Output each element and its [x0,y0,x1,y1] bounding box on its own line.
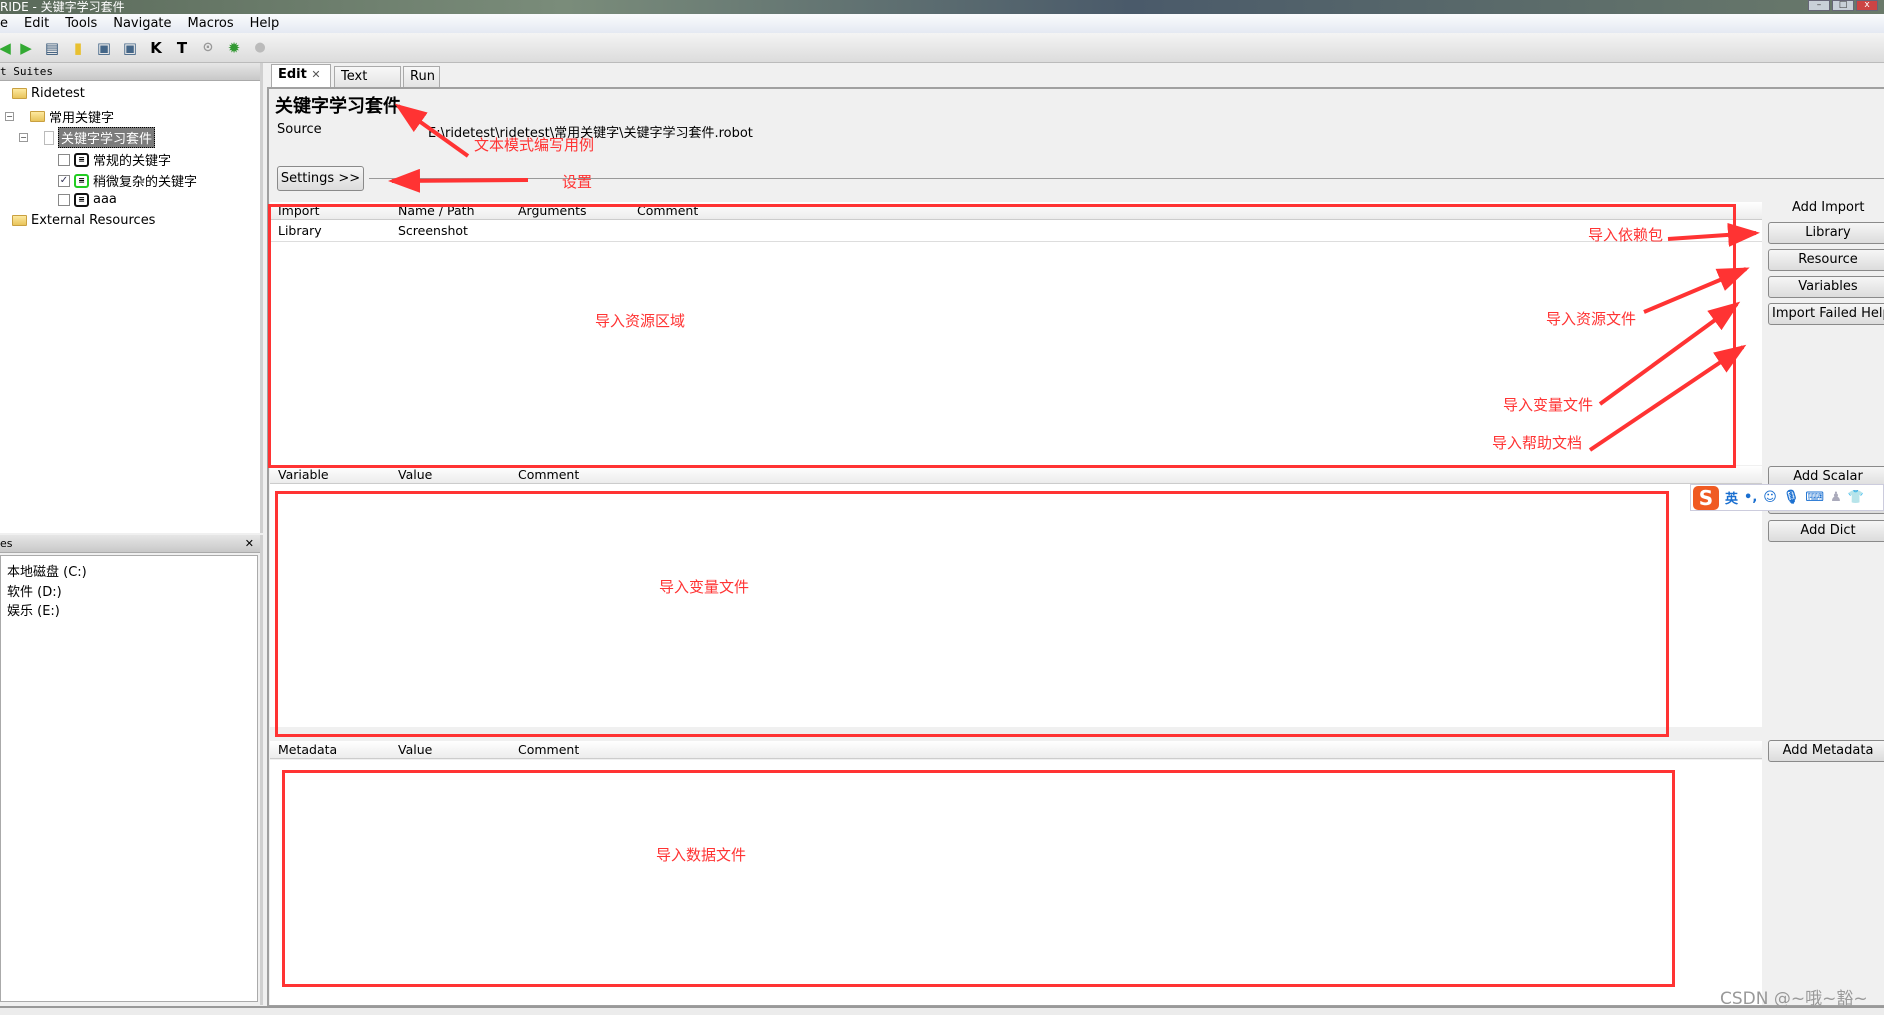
window-controls: – □ x [1808,0,1878,12]
window-title: RIDE - 关键字学习套件 [0,0,125,14]
folder-icon[interactable]: ▮ [68,38,88,58]
annotation-import-variables: 导入变量文件 [1503,396,1594,414]
table-row[interactable]: Library Screenshot [270,220,1762,242]
import-grid-header: Import Name / Path Arguments Comment [270,202,1762,220]
save-icon[interactable]: ▣ [94,38,114,58]
menu-navigate[interactable]: Navigate [105,16,179,31]
tree-item-common-keywords[interactable]: − 常用关键字 [5,107,114,126]
tab-edit[interactable]: Edit ✕ [271,64,331,87]
collapse-icon[interactable]: − [5,112,14,121]
status-bar [0,1006,1884,1015]
checkbox[interactable] [58,153,70,166]
annotation-text-mode: 文本模式编写用例 [474,136,595,154]
add-import-label: Add Import [1792,200,1865,215]
menu-file[interactable]: e [0,16,16,31]
user-icon[interactable]: ♟ [1830,490,1842,505]
search-test-icon[interactable]: T [172,38,192,58]
collapse-icon[interactable]: − [19,133,28,142]
menu-bar: e Edit Tools Navigate Macros Help [0,14,1884,33]
import-grid[interactable]: Library Screenshot [270,220,1762,465]
variable-grid[interactable] [270,484,1762,727]
file-explorer-panel: es ✕ 本地磁盘 (C:) 软件 (D:) 娱乐 (E:) [0,535,263,1005]
annotation-import-lib: 导入依赖包 [1588,226,1664,244]
sogou-logo-icon[interactable]: S [1693,485,1719,510]
ime-mode[interactable]: 英 [1725,488,1738,507]
menu-tools[interactable]: Tools [57,16,105,31]
source-label: Source [277,122,322,137]
metadata-grid[interactable] [270,760,1762,1005]
drive-item[interactable]: 软件 (D:) [7,581,62,600]
panel-header: es ✕ [0,535,260,553]
resources-folder-icon [12,215,27,226]
stop-icon[interactable]: ● [250,38,270,58]
robot-icon: ≡ [74,173,89,188]
maximize-button[interactable]: □ [1832,0,1854,11]
skin-shirt-icon[interactable]: 👕 [1848,490,1864,505]
keyboard-icon[interactable]: ⌨ [1805,490,1824,505]
menu-edit[interactable]: Edit [16,16,57,31]
checkbox[interactable] [58,193,70,206]
save-all-icon[interactable]: ▣ [120,38,140,58]
resource-button[interactable]: Resource [1768,249,1884,271]
annotation-variables-area: 导入变量文件 [659,578,750,596]
close-icon[interactable]: ✕ [245,535,254,553]
tree-item-test[interactable]: ≡ 常规的关键字 [58,150,171,169]
title-bar: RIDE - 关键字学习套件 [0,0,1884,14]
tree-item-ridetest[interactable]: Ridetest [12,86,85,101]
test-suites-panel: t Suites Ridetest − 常用关键字 − 关键字学习套件 ≡ 常规的关键… [0,63,263,533]
divider [369,178,1884,179]
drive-item[interactable]: 娱乐 (E:) [7,600,60,619]
close-tab-icon[interactable]: ✕ [311,68,320,81]
emoji-icon[interactable]: ☺ [1763,490,1777,505]
file-list: 本地磁盘 (C:) 软件 (D:) 娱乐 (E:) [0,555,258,1002]
checkbox-checked[interactable]: ✓ [58,174,70,187]
toolbar: ◀ ▶ ▤ ▮ ▣ ▣ K T ⊙ ✹ ● [0,33,1884,63]
open-icon[interactable]: ▤ [42,38,62,58]
metadata-grid-header: Metadata Value Comment [270,741,1762,759]
ime-toolbar: S 英 •, ☺ 🎙 ⌨ ♟ 👕 [1690,484,1884,511]
drive-item[interactable]: 本地磁盘 (C:) [7,561,87,580]
annotation-settings: 设置 [562,173,593,191]
editor-area: Edit ✕ Text Edit Run 关键字学习套件 Source E:\r… [267,63,1884,1008]
close-window-button[interactable]: x [1856,0,1878,11]
tree-item-test[interactable]: ✓ ≡ 稍微复杂的关键字 [58,171,197,190]
variable-grid-header: Variable Value Comment [270,466,1762,484]
forward-arrow-icon[interactable]: ▶ [16,38,36,58]
folder-icon [12,88,27,99]
tree-item-external-resources[interactable]: External Resources [12,213,155,228]
import-failed-help-button[interactable]: Import Failed Help [1768,303,1884,325]
panel-header: t Suites [0,63,260,81]
robot-icon: ≡ [74,152,89,167]
add-metadata-button[interactable]: Add Metadata [1768,740,1884,762]
robot-icon: ≡ [74,192,89,207]
menu-macros[interactable]: Macros [180,16,242,31]
variables-button[interactable]: Variables [1768,276,1884,298]
add-dict-button[interactable]: Add Dict [1768,520,1884,542]
menu-help[interactable]: Help [242,16,288,31]
annotation-metadata-area: 导入数据文件 [656,846,747,864]
watermark: CSDN @~哦~豁~ [1720,989,1868,1009]
settings-button[interactable]: Settings >> [277,166,364,191]
annotation-import-help: 导入帮助文档 [1492,434,1583,452]
tab-text-edit[interactable]: Text Edit [334,66,401,104]
tree-item-suite[interactable]: − 关键字学习套件 [19,127,156,148]
file-icon [44,130,54,145]
annotation-import-resource: 导入资源文件 [1546,310,1637,328]
run-icon[interactable]: ⊙ [198,38,218,58]
search-keyword-icon[interactable]: K [146,38,166,58]
minimize-button[interactable]: – [1808,0,1830,11]
microphone-icon[interactable]: 🎙 [1783,490,1800,505]
folder-icon [30,111,45,122]
debug-bug-icon[interactable]: ✹ [224,38,244,58]
page-title: 关键字学习套件 [275,96,401,117]
tree-item-test[interactable]: ≡ aaa [58,192,117,207]
annotation-import-area: 导入资源区域 [595,312,686,330]
punctuation-icon[interactable]: •, [1744,490,1757,505]
back-arrow-icon[interactable]: ◀ [0,38,11,58]
tab-run[interactable]: Run [403,66,440,87]
library-button[interactable]: Library [1768,222,1884,244]
